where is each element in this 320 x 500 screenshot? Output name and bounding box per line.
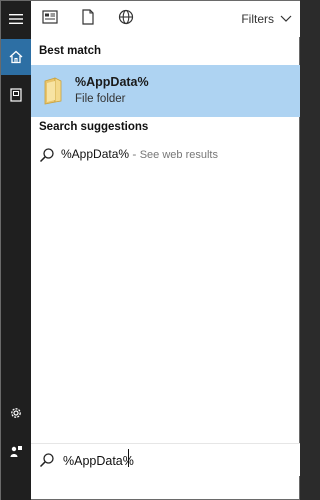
chevron-down-icon (280, 12, 292, 26)
suggestion-separator: - (129, 147, 140, 161)
best-match-heading: Best match (39, 45, 101, 57)
suggestion-item[interactable]: %AppData% - See web results (31, 141, 300, 169)
feedback-button[interactable] (1, 433, 31, 469)
search-icon (39, 452, 55, 468)
top-bar: Filters (31, 1, 300, 37)
result-name: %AppData% (75, 75, 149, 89)
documents-filter-button[interactable] (33, 1, 67, 37)
start-search-window: Filters Best match %AppData% File folder… (0, 0, 300, 500)
home-icon (9, 50, 23, 64)
documents-icon (42, 9, 58, 29)
apps-filter-button[interactable] (71, 1, 105, 37)
feedback-icon (9, 444, 23, 458)
settings-icon (9, 406, 23, 420)
search-icon (39, 147, 55, 163)
filters-label: Filters (241, 12, 274, 26)
text-caret (128, 449, 129, 467)
hamburger-menu-button[interactable] (1, 1, 31, 37)
filters-dropdown[interactable]: Filters (241, 1, 292, 37)
search-box[interactable] (31, 443, 300, 476)
best-match-result[interactable]: %AppData% File folder (31, 65, 300, 117)
result-type: File folder (75, 93, 126, 105)
notebook-button[interactable] (1, 77, 31, 113)
left-rail (1, 1, 31, 500)
settings-button[interactable] (1, 395, 31, 431)
suggestion-hint: See web results (139, 149, 218, 161)
notebook-icon (9, 88, 23, 102)
file-icon (82, 8, 94, 30)
suggestion-query: %AppData% (61, 147, 130, 161)
home-button[interactable] (1, 39, 31, 75)
hamburger-menu-icon (9, 13, 23, 25)
search-input[interactable] (61, 450, 265, 472)
search-suggestions-heading: Search suggestions (39, 121, 149, 133)
folder-icon (43, 77, 63, 105)
globe-icon (118, 9, 134, 30)
web-filter-button[interactable] (109, 1, 143, 37)
